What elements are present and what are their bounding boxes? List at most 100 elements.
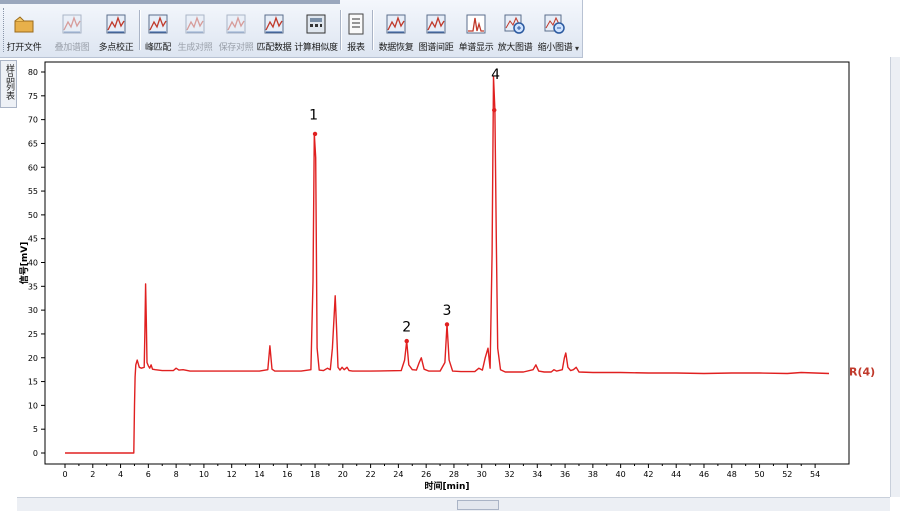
x-tick-label: 2: [90, 470, 95, 479]
generate-reference-icon: [185, 14, 205, 34]
toolbar-button-4[interactable]: 峰匹配: [142, 8, 174, 54]
y-tick-label: 0: [33, 449, 38, 458]
toolbar-button-label: 打开文件: [6, 43, 42, 53]
toolbar-button-label: 缩小图谱: [537, 43, 573, 53]
folder-icon: [14, 16, 34, 33]
peak-label-1: 1: [309, 108, 318, 124]
toolbar-button-12[interactable]: 单谱显示: [456, 8, 496, 54]
data-restore-icon: [386, 14, 406, 34]
horizontal-scrollbar-thumb[interactable]: [457, 500, 499, 510]
chromatogram-svg: 051015202530354045505560657075800 2 4 6 8 10 1…: [18, 61, 875, 492]
x-tick-label: 42: [643, 470, 653, 479]
vertical-scrollbar[interactable]: [890, 57, 900, 497]
x-tick-label: 38: [588, 470, 598, 479]
toolbar-button-8[interactable]: 计算相似度: [293, 8, 339, 54]
peak-marker[interactable]: [404, 338, 409, 344]
toolbar-button-label: 匹配数据: [256, 43, 292, 53]
toolbar-button-13[interactable]: 放大图谱: [496, 8, 534, 54]
x-tick-label: 24: [393, 470, 403, 479]
y-tick-label: 20: [28, 354, 38, 363]
x-tick-label: 52: [782, 470, 792, 479]
x-tick-label: 16: [282, 470, 292, 479]
toolbar-separator: [372, 10, 374, 50]
toolbar-button-3[interactable]: 多点校正: [97, 8, 135, 54]
y-tick-label: 25: [28, 330, 38, 339]
toolbar-button-label: 放大图谱: [497, 43, 533, 53]
y-tick-label: 10: [28, 401, 38, 410]
x-tick-label: 12: [227, 470, 237, 479]
y-tick-label: 5: [33, 425, 38, 434]
x-tick-label: 48: [727, 470, 737, 479]
x-tick-label: 0: [62, 470, 67, 479]
plot-frame: [44, 61, 850, 465]
toolbar-button-label: 叠加谱图: [54, 43, 90, 53]
toolbar-button-label: 生成对照: [177, 43, 213, 53]
x-tick-label: 20: [338, 470, 348, 479]
toolbar-button-5[interactable]: 生成对照: [176, 8, 214, 54]
x-tick-label: 8: [174, 470, 179, 479]
y-axis-label: 信号[mV]: [18, 242, 30, 285]
peak-label-2: 2: [402, 320, 411, 336]
horizontal-scrollbar[interactable]: [17, 497, 890, 511]
toolbar-button-label: 多点校正: [98, 43, 134, 53]
toolbar-top-strip: [0, 0, 340, 4]
x-tick-label: 40: [616, 470, 626, 479]
zoom-in-icon: [504, 14, 525, 34]
x-tick-label: 30: [477, 470, 487, 479]
toolbar-separator: [340, 10, 342, 50]
sample-list-tab[interactable]: 样品列表: [0, 60, 17, 108]
y-tick-label: 60: [28, 163, 38, 172]
save-reference-icon: [226, 14, 246, 34]
x-tick-label: 18: [310, 470, 320, 479]
x-axis-label: 时间[min]: [424, 480, 469, 492]
chromatogram-chart: 0 5 10 15 20 25 30 35 40 45 50 55 60 65 70 75 80 0 2 4 6 8 10 1…: [17, 57, 890, 497]
x-tick-label: 34: [532, 470, 542, 479]
peak-match-icon: [148, 14, 168, 34]
x-tick-label: 4: [118, 470, 123, 479]
multipoint-calibration-icon: [106, 14, 126, 34]
y-tick-label: 15: [28, 378, 38, 387]
toolbar-button-2[interactable]: 叠加谱图: [48, 8, 96, 54]
toolbar-button-label: 计算相似度: [294, 43, 338, 53]
spectrum-spacing-icon: [426, 14, 446, 34]
x-tick-label: 28: [449, 470, 459, 479]
series-name-label: R(4): [849, 365, 875, 378]
toolbar-button-label: 保存对照: [218, 43, 254, 53]
toolbar-button-label: 单谱显示: [458, 43, 494, 53]
x-tick-label: 22: [366, 470, 376, 479]
x-tick-label: 10: [199, 470, 209, 479]
x-tick-label: 54: [810, 470, 820, 479]
y-tick-label: 50: [28, 211, 38, 220]
x-tick-label: 44: [671, 470, 681, 479]
main-toolbar: 打开文件 叠加谱图 多点校正 峰匹配 生成对照 保存对照 匹配数据 计算相似度 报表 数据恢复 图谱…: [0, 0, 583, 58]
match-data-icon: [264, 14, 284, 34]
zoom-out-icon: [544, 14, 565, 34]
peak-marker[interactable]: [492, 107, 497, 113]
toolbar-button-6[interactable]: 保存对照: [216, 8, 256, 54]
toolbar-button-7[interactable]: 匹配数据: [255, 8, 293, 54]
x-tick-label: 14: [254, 470, 264, 479]
toolbar-button-1[interactable]: 打开文件: [5, 8, 43, 54]
x-tick-label: 32: [504, 470, 514, 479]
y-tick-label: 75: [28, 92, 38, 101]
peak-label-4: 4: [491, 67, 500, 83]
single-spectrum-icon: [466, 14, 486, 34]
toolbar-button-10[interactable]: 数据恢复: [376, 8, 416, 54]
toolbar-button-14[interactable]: 缩小图谱: [536, 8, 574, 54]
y-tick-label: 70: [28, 116, 38, 125]
sample-list-tab-label: 样品列表: [4, 64, 14, 100]
toolbar-button-label: 数据恢复: [378, 43, 414, 53]
y-tick-label: 80: [28, 68, 38, 77]
toolbar-button-11[interactable]: 图谱间距: [416, 8, 456, 54]
report-icon: [348, 13, 364, 35]
similarity-calculator-icon: [306, 14, 326, 34]
y-tick-label: 30: [28, 306, 38, 315]
toolbar-button-9[interactable]: 报表: [345, 8, 367, 54]
toolbar-overflow-icon[interactable]: ▾: [575, 44, 579, 53]
peak-marker[interactable]: [312, 131, 318, 137]
toolbar-button-label: 峰匹配: [144, 43, 172, 53]
y-tick-label: 55: [28, 187, 38, 196]
overlay-spectrum-icon: [62, 14, 82, 34]
x-tick-label: 36: [560, 470, 570, 479]
peak-marker[interactable]: [444, 322, 450, 327]
